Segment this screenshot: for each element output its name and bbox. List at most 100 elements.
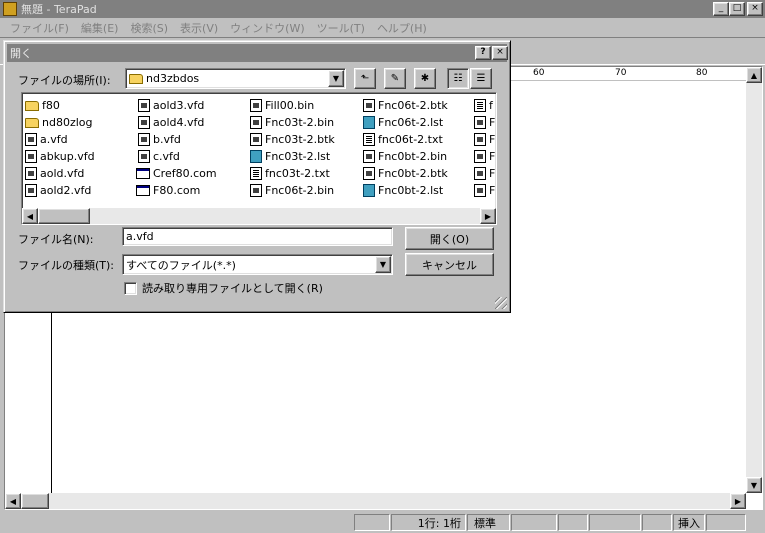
list-item[interactable]: aold.vfd [25, 165, 84, 182]
menu-window[interactable]: ウィンドウ(W) [230, 20, 304, 36]
details-view-button[interactable]: ☰ [470, 68, 492, 89]
file-icon [250, 184, 262, 197]
up-folder-button[interactable]: ⬑ [354, 68, 376, 89]
file-name: F80.com [153, 184, 201, 197]
file-name: Fnc03t-2.lst [265, 150, 331, 163]
window-title-bar[interactable]: 無題 - TeraPad _ □ × [0, 0, 765, 18]
list-item[interactable]: F [474, 148, 495, 165]
list-item[interactable]: F [474, 131, 495, 148]
list-file-icon [363, 184, 375, 197]
file-icon [363, 167, 375, 180]
list-item[interactable]: Fill00.bin [250, 97, 314, 114]
file-name: F [489, 184, 496, 197]
list-view-icon: ☷ [453, 73, 463, 84]
menu-view[interactable]: 表示(V) [180, 20, 218, 36]
list-item[interactable]: f80 [25, 97, 60, 114]
list-item[interactable]: a.vfd [25, 131, 68, 148]
file-name: F [489, 150, 496, 163]
dialog-help-button[interactable]: ? [475, 46, 491, 60]
close-button[interactable]: × [747, 2, 763, 16]
file-name: Fnc06t-2.lst [378, 116, 444, 129]
list-item[interactable]: abkup.vfd [25, 148, 95, 165]
filename-input[interactable]: a.vfd [122, 227, 393, 246]
filetype-dropdown[interactable]: すべてのファイル(*.*) ▼ [122, 254, 393, 275]
list-item[interactable]: F [474, 165, 495, 182]
list-item[interactable]: Cref80.com [136, 165, 217, 182]
menu-tools[interactable]: ツール(T) [317, 20, 365, 36]
list-file-icon [363, 116, 375, 129]
cancel-button[interactable]: キャンセル [405, 253, 494, 276]
list-item[interactable]: Fnc06t-2.btk [363, 97, 448, 114]
list-item[interactable]: aold4.vfd [138, 114, 204, 131]
file-icon [474, 133, 486, 146]
resize-grip-icon[interactable] [495, 297, 507, 309]
list-item[interactable]: fnc03t-2.txt [250, 165, 330, 182]
list-item[interactable]: Fnc03t-2.lst [250, 148, 330, 165]
minimize-button[interactable]: _ [713, 2, 729, 16]
scroll-up-arrow-icon[interactable]: ▲ [746, 67, 762, 83]
list-item[interactable]: Fnc03t-2.bin [250, 114, 334, 131]
open-button[interactable]: 開く(O) [405, 227, 494, 250]
horizontal-scrollbar[interactable]: ◀ ▶ [5, 493, 746, 509]
file-icon [363, 150, 375, 163]
list-item[interactable]: F80.com [136, 182, 200, 199]
list-item[interactable]: c.vfd [138, 148, 180, 165]
scroll-left-arrow-icon[interactable]: ◀ [5, 493, 21, 509]
location-dropdown[interactable]: nd3zbdos ▼ [125, 68, 346, 89]
maximize-button[interactable]: □ [729, 2, 745, 16]
readonly-label: 読み取り専用ファイルとして開く(R) [142, 282, 323, 295]
file-name: Fnc03t-2.btk [265, 133, 335, 146]
up-folder-icon: ⬑ [360, 73, 370, 84]
list-view-button[interactable]: ☷ [447, 68, 469, 89]
horizontal-scroll-thumb[interactable] [21, 493, 49, 509]
file-list-horizontal-scrollbar[interactable]: ◀ ▶ [22, 208, 496, 224]
details-view-icon: ☰ [476, 73, 486, 84]
readonly-checkbox-row[interactable]: 読み取り専用ファイルとして開く(R) [124, 280, 323, 296]
new-folder-button[interactable]: ✱ [414, 68, 436, 89]
menu-search[interactable]: 検索(S) [130, 20, 168, 36]
list-item[interactable]: aold2.vfd [25, 182, 91, 199]
file-name: aold3.vfd [153, 99, 205, 112]
folder-icon [25, 117, 39, 128]
scroll-left-arrow-icon[interactable]: ◀ [22, 208, 38, 224]
list-item[interactable]: F [474, 182, 495, 199]
list-item[interactable]: F [474, 114, 495, 131]
list-item[interactable]: f [474, 97, 493, 114]
list-item[interactable]: b.vfd [138, 131, 181, 148]
window-title: 無題 - TeraPad [21, 3, 97, 16]
list-item[interactable]: Fnc0bt-2.btk [363, 165, 448, 182]
file-icon [138, 150, 150, 163]
file-name: fnc06t-2.txt [378, 133, 443, 146]
list-item[interactable]: fnc06t-2.txt [363, 131, 443, 148]
list-item[interactable]: Fnc06t-2.lst [363, 114, 443, 131]
list-item[interactable]: Fnc03t-2.btk [250, 131, 335, 148]
scroll-down-arrow-icon[interactable]: ▼ [746, 477, 762, 493]
dialog-close-button[interactable]: × [492, 46, 508, 60]
list-item[interactable]: Fnc0bt-2.bin [363, 148, 447, 165]
file-name: aold4.vfd [153, 116, 205, 129]
scroll-right-arrow-icon[interactable]: ▶ [480, 208, 496, 224]
chevron-down-icon[interactable]: ▼ [375, 256, 391, 273]
open-file-dialog: 開く ? × ファイルの場所(I): nd3zbdos ▼ ⬑ ✎ ✱ ☷ ☰ … [3, 40, 511, 313]
list-item[interactable]: nd80zlog [25, 114, 93, 131]
list-item[interactable]: Fnc0bt-2.lst [363, 182, 443, 199]
status-cell-empty [354, 514, 390, 531]
list-item[interactable]: aold3.vfd [138, 97, 204, 114]
vertical-scrollbar[interactable]: ▲ ▼ [746, 67, 762, 493]
file-list[interactable]: f80 nd80zlog a.vfd abkup.vfd aold.vfd ao… [21, 92, 497, 225]
menu-file[interactable]: ファイル(F) [10, 20, 69, 36]
menu-help[interactable]: ヘルプ(H) [377, 20, 427, 36]
file-name: Fnc06t-2.bin [265, 184, 335, 197]
menu-edit[interactable]: 編集(E) [81, 20, 119, 36]
file-name: F [489, 167, 496, 180]
list-item[interactable]: Fnc06t-2.bin [250, 182, 334, 199]
ruler-mark-60: 60 [533, 68, 545, 78]
status-cell-empty [589, 514, 641, 531]
dialog-title-bar[interactable]: 開く ? × [7, 44, 508, 62]
scroll-right-arrow-icon[interactable]: ▶ [730, 493, 746, 509]
readonly-checkbox[interactable] [124, 281, 137, 295]
terapad-app-icon[interactable] [3, 2, 17, 16]
desktop-button[interactable]: ✎ [384, 68, 406, 89]
file-list-scroll-thumb[interactable] [38, 208, 90, 224]
chevron-down-icon[interactable]: ▼ [328, 70, 344, 87]
